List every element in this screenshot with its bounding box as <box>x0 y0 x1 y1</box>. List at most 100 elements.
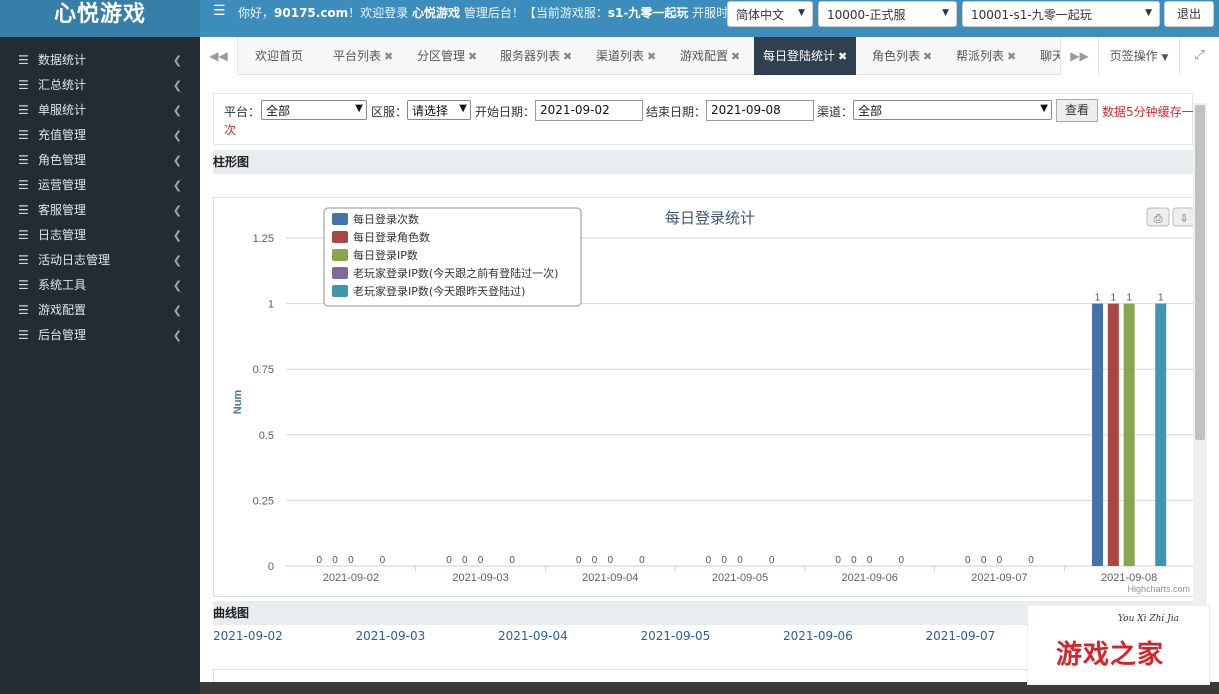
data-label: 1 <box>1158 293 1164 304</box>
fullscreen-icon[interactable]: ⤢ <box>1180 37 1219 75</box>
sidebar-item[interactable]: ☰ 数据统计 ❮ <box>0 48 200 73</box>
sidebar-item[interactable]: ☰ 游戏配置 ❮ <box>0 298 200 323</box>
close-icon[interactable]: ✖ <box>1007 50 1016 63</box>
language-select[interactable]: 简体中文 ▼ <box>727 1 813 27</box>
date-link[interactable]: 2021-09-02 <box>213 629 283 643</box>
x-tick-label: 2021-09-07 <box>971 572 1027 584</box>
chevron-down-icon: ▼ <box>1145 8 1152 18</box>
date-link[interactable]: 2021-09-07 <box>926 629 996 643</box>
sidebar-item-label: 活动日志管理 <box>38 253 111 267</box>
chevron-left-icon: ❮ <box>172 204 182 217</box>
sidebar-item[interactable]: ☰ 客服管理 ❮ <box>0 198 200 223</box>
x-tick-label: 2021-09-03 <box>452 572 508 584</box>
chevron-left-icon: ❮ <box>172 129 182 142</box>
chevron-left-icon: ❮ <box>172 329 182 342</box>
tab-role-list[interactable]: 角色列表 ✖ <box>872 37 932 75</box>
welcome-mid: ！欢迎登录 <box>348 6 413 20</box>
data-label: 0 <box>446 555 452 566</box>
sidebar-item-label: 充值管理 <box>38 128 87 142</box>
tab-label: 游戏配置 <box>680 49 729 63</box>
platform-select[interactable]: 10000-正式服 ▼ <box>818 1 957 27</box>
tab-zone-manage[interactable]: 分区管理 ✖ <box>417 37 477 75</box>
top-header: 心悦游戏 ☰ 你好，90175.com！欢迎登录 心悦游戏 管理后台！【当前游戏… <box>0 0 1219 37</box>
download-icon-glyph: ⇩ <box>1179 212 1188 225</box>
sidebar-item[interactable]: ☰ 系统工具 ❮ <box>0 273 200 298</box>
tab-scroll-left-icon[interactable]: ◀◀ <box>200 37 238 75</box>
date-link[interactable]: 2021-09-06 <box>783 629 853 643</box>
platform-value: 10000-正式服 <box>827 8 906 22</box>
date-link[interactable]: 2021-09-03 <box>356 629 426 643</box>
data-label: 0 <box>639 555 645 566</box>
tab-platform-list[interactable]: 平台列表 ✖ <box>333 37 393 75</box>
query-button[interactable]: 查看 <box>1056 99 1098 122</box>
tab-game-config[interactable]: 游戏配置 ✖ <box>680 37 740 75</box>
close-icon[interactable]: ✖ <box>647 50 656 63</box>
legend-swatch <box>332 267 348 279</box>
zone-select[interactable]: 请选择 ▼ <box>407 100 471 120</box>
close-icon[interactable]: ✖ <box>923 50 932 63</box>
tab-daily-login[interactable]: 每日登陆统计 ✖ <box>754 37 857 75</box>
tab-chat[interactable]: 聊天 <box>1040 37 1062 75</box>
scrollbar-thumb[interactable] <box>1195 105 1205 440</box>
server-select[interactable]: 10001-s1-九零一起玩 ▼ <box>962 1 1160 27</box>
start-date-input[interactable]: 2021-09-02 <box>535 100 643 121</box>
sidebar-item-label: 客服管理 <box>38 203 87 217</box>
tab-guild-list[interactable]: 帮派列表 ✖ <box>956 37 1016 75</box>
menu-toggle-icon[interactable]: ☰ <box>213 3 226 19</box>
data-label: 0 <box>1028 555 1034 566</box>
tab-scroll-right-icon[interactable]: ▶▶ <box>1060 37 1098 75</box>
print-icon-glyph: ⎙ <box>1154 212 1163 225</box>
date-link[interactable]: 2021-09-05 <box>641 629 711 643</box>
chevron-left-icon: ❮ <box>172 79 182 92</box>
legend-item: 每日登录角色数 <box>353 230 430 244</box>
close-icon[interactable]: ✖ <box>563 50 572 63</box>
platform-filter-select[interactable]: 全部 ▼ <box>261 100 367 120</box>
tab-welcome[interactable]: 欢迎首页 <box>255 37 303 75</box>
channel-select[interactable]: 全部 ▼ <box>853 100 1052 120</box>
x-tick-label: 2021-09-02 <box>323 572 379 584</box>
data-label: 1 <box>1095 293 1101 304</box>
sidebar-item[interactable]: ☰ 汇总统计 ❮ <box>0 73 200 98</box>
sidebar-item[interactable]: ☰ 角色管理 ❮ <box>0 148 200 173</box>
sidebar-item[interactable]: ☰ 日志管理 ❮ <box>0 223 200 248</box>
welcome-text: 你好，90175.com！欢迎登录 心悦游戏 管理后台！【当前游戏服：s1-九零… <box>238 4 728 21</box>
sidebar-item-label: 汇总统计 <box>38 78 87 92</box>
chevron-down-icon: ▼ <box>942 8 949 18</box>
filter-panel: 平台： 全部 ▼ 区服： 请选择 ▼ 开始日期： 2021-09-02 结束日期： … <box>213 93 1194 145</box>
close-icon[interactable]: ✖ <box>384 50 393 63</box>
sidebar-item-label: 数据统计 <box>38 53 87 67</box>
close-icon[interactable]: ✖ <box>838 50 847 63</box>
close-icon[interactable]: ✖ <box>731 50 740 63</box>
welcome-server: s1-九零一起玩 <box>607 6 689 20</box>
bar <box>1092 303 1104 566</box>
sidebar-item[interactable]: ☰ 单服统计 ❮ <box>0 98 200 123</box>
tab-server-list[interactable]: 服务器列表 ✖ <box>500 37 572 75</box>
app-logo[interactable]: 心悦游戏 <box>0 0 200 37</box>
sidebar-item[interactable]: ☰ 运营管理 ❮ <box>0 173 200 198</box>
tab-channel-list[interactable]: 渠道列表 ✖ <box>596 37 656 75</box>
sidebar-item-label: 后台管理 <box>38 328 87 342</box>
tab-ops-dropdown[interactable]: 页签操作 ▼ <box>1098 37 1180 75</box>
tab-label: 角色列表 <box>872 49 921 63</box>
data-label: 1 <box>1126 293 1132 304</box>
end-date-input[interactable]: 2021-09-08 <box>706 100 814 121</box>
data-label: 0 <box>737 555 743 566</box>
data-label: 0 <box>721 555 727 566</box>
channel-label: 渠道： <box>817 105 854 119</box>
sidebar-item[interactable]: ☰ 后台管理 ❮ <box>0 323 200 348</box>
legend-item: 每日登录IP数 <box>353 248 418 262</box>
date-link[interactable]: 2021-09-04 <box>498 629 568 643</box>
channel-value: 全部 <box>858 104 883 118</box>
zone-label: 区服： <box>371 105 408 119</box>
x-tick-label: 2021-09-06 <box>842 572 898 584</box>
logout-button[interactable]: 退出 <box>1164 1 1214 27</box>
sidebar-item[interactable]: ☰ 充值管理 ❮ <box>0 123 200 148</box>
welcome-pre: 你好， <box>238 6 275 20</box>
sidebar-item-label: 日志管理 <box>38 228 87 242</box>
sidebar-item[interactable]: ☰ 活动日志管理 ❮ <box>0 248 200 273</box>
chevron-left-icon: ❮ <box>172 54 182 67</box>
close-icon[interactable]: ✖ <box>468 50 477 63</box>
data-label: 0 <box>608 555 614 566</box>
data-label: 0 <box>316 555 322 566</box>
sidebar: ☰ 数据统计 ❮ ☰ 汇总统计 ❮ ☰ 单服统计 ❮ ☰ 充值管理 ❮ ☰ 角色管理 ❮ ☰ 运营管理 ❮ ☰ 客服管… <box>0 37 200 694</box>
